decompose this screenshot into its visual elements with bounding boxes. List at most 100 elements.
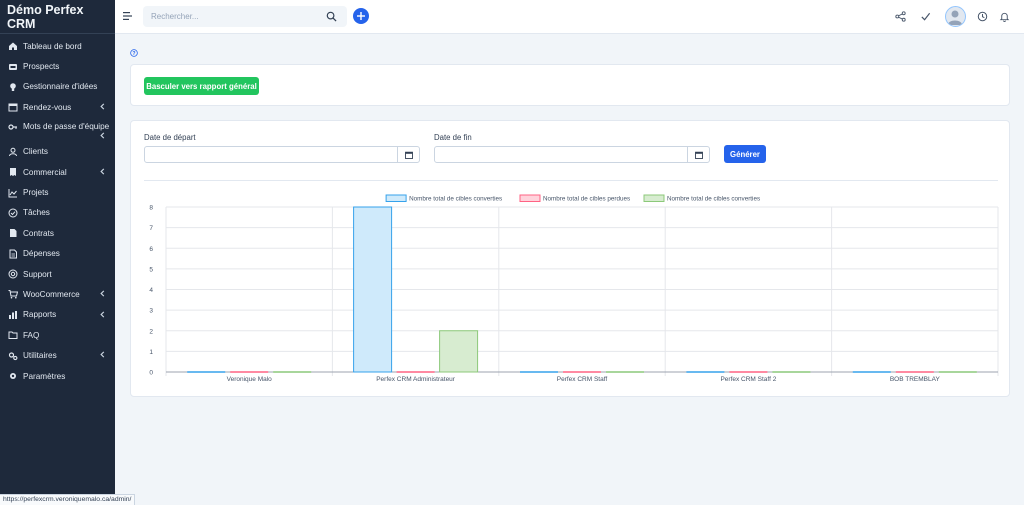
sidebar-menu: Tableau de bord Prospects Gestionnaire d'i… <box>0 34 115 386</box>
top-header <box>115 0 1024 34</box>
sidebar-item-label: Paramètres <box>23 371 66 381</box>
sidebar: Démo Perfex CRM Tableau de bord Prospects… <box>0 0 115 505</box>
sidebar-item-label: Dépenses <box>23 249 60 259</box>
sidebar-item-taches[interactable]: Tâches <box>0 203 115 223</box>
chevron-left-icon <box>99 131 106 141</box>
sidebar-item-parametres[interactable]: Paramètres <box>0 366 115 386</box>
x-tick-label: BOB TREMBLAY <box>890 376 941 383</box>
search-box <box>143 6 347 27</box>
check-icon[interactable] <box>920 11 931 22</box>
sidebar-item-label: Tâches <box>23 208 50 218</box>
chevron-left-icon <box>99 167 106 177</box>
clock-icon[interactable] <box>977 11 988 22</box>
sidebar-item-label: Commercial <box>23 167 67 177</box>
sidebar-item-support[interactable]: Support <box>0 264 115 284</box>
report-chart-card: Date de départ Date de fin Générer 01234… <box>130 120 1010 397</box>
file-contract-icon <box>7 228 18 239</box>
file-invoice-icon <box>7 248 18 259</box>
legend-label: Nombre total de cibles converties <box>409 196 502 203</box>
y-tick-label: 1 <box>149 349 153 356</box>
user-avatar-icon <box>948 10 962 25</box>
sidebar-item-label: Mots de passe d'équipe <box>23 121 110 131</box>
y-tick-label: 2 <box>149 328 153 335</box>
report-toggle-card: Basculer vers rapport général <box>130 64 1010 106</box>
x-tick-label: Perfex CRM Staff 2 <box>720 376 776 383</box>
life-ring-icon <box>7 269 18 280</box>
sidebar-item-gestionnaire-d-idees[interactable]: Gestionnaire d'idées <box>0 77 115 97</box>
chevron-left-icon <box>99 310 106 320</box>
x-tick-label: Veronique Malo <box>227 376 273 383</box>
legend-label: Nombre total de cibles perdues <box>543 196 630 203</box>
y-tick-label: 4 <box>149 287 153 294</box>
y-tick-label: 7 <box>149 225 153 232</box>
search-input[interactable] <box>143 6 347 27</box>
sidebar-item-label: Support <box>23 269 52 279</box>
sidebar-item-commercial[interactable]: Commercial <box>0 162 115 182</box>
chart-area-icon <box>7 187 18 198</box>
legend-swatch <box>643 194 665 202</box>
quick-create-button[interactable] <box>353 8 369 24</box>
legend-swatch <box>385 194 407 202</box>
cart-icon <box>7 289 18 300</box>
x-tick-label: Perfex CRM Staff <box>557 376 608 383</box>
sidebar-item-prospects[interactable]: Prospects <box>0 56 115 76</box>
bar <box>353 206 393 373</box>
sidebar-item-woocommerce[interactable]: WooCommerce <box>0 284 115 304</box>
user-avatar[interactable] <box>945 6 966 27</box>
sidebar-item-label: Rapports <box>23 310 57 320</box>
sidebar-item-label: Contrats <box>23 228 54 238</box>
cogs-icon <box>7 350 18 361</box>
sidebar-item-tableau-de-bord[interactable]: Tableau de bord <box>0 36 115 56</box>
tty-icon <box>7 61 18 72</box>
search-icon[interactable] <box>326 11 337 22</box>
toggle-general-report-button[interactable]: Basculer vers rapport général <box>144 77 259 95</box>
cog-icon <box>7 371 18 382</box>
sidebar-item-clients[interactable]: Clients <box>0 142 115 162</box>
y-tick-label: 5 <box>149 266 153 273</box>
share-icon[interactable] <box>895 11 906 22</box>
sidebar-item-label: Projets <box>23 188 49 198</box>
sidebar-item-label: Gestionnaire d'idées <box>23 82 98 92</box>
help-icon[interactable]: ? <box>130 49 138 57</box>
sidebar-item-faq[interactable]: FAQ <box>0 325 115 345</box>
sidebar-item-label: Utilitaires <box>23 351 57 361</box>
status-bar-url: https://perfexcrm.veroniquemalo.ca/admin… <box>0 494 136 505</box>
plus-icon <box>357 12 365 20</box>
bar <box>439 330 479 373</box>
brand-title[interactable]: Démo Perfex CRM <box>0 0 115 34</box>
y-tick-label: 8 <box>149 205 153 212</box>
sidebar-item-label: Clients <box>23 147 49 157</box>
sidebar-item-rendez-vous[interactable]: Rendez-vous <box>0 97 115 117</box>
sidebar-item-contrats[interactable]: Contrats <box>0 223 115 243</box>
sidebar-item-label: Prospects <box>23 62 60 72</box>
menu-toggle-icon[interactable] <box>123 11 133 21</box>
reports-icon <box>7 309 18 320</box>
check-circle-icon <box>7 207 18 218</box>
bell-icon[interactable] <box>999 11 1010 22</box>
x-tick-label: Perfex CRM Administrateur <box>376 376 456 383</box>
sidebar-item-depenses[interactable]: Dépenses <box>0 244 115 264</box>
sidebar-item-mots-de-passe-d-equipe[interactable]: Mots de passe d'équipe <box>0 118 115 142</box>
svg-text:?: ? <box>132 51 135 57</box>
sidebar-item-utilitaires[interactable]: Utilitaires <box>0 345 115 365</box>
y-tick-label: 6 <box>149 246 153 253</box>
y-tick-label: 3 <box>149 308 153 315</box>
y-tick-label: 0 <box>149 370 153 377</box>
sidebar-item-label: Tableau de bord <box>23 41 82 51</box>
chevron-left-icon <box>99 350 106 360</box>
legend-label: Nombre total de cibles converties <box>667 196 760 203</box>
key-icon <box>7 122 18 133</box>
chevron-left-icon <box>99 102 106 112</box>
user-icon <box>7 146 18 157</box>
receipt-icon <box>7 167 18 178</box>
chevron-left-icon <box>99 289 106 299</box>
legend-swatch <box>519 194 541 202</box>
sidebar-item-projets[interactable]: Projets <box>0 182 115 202</box>
sidebar-item-rapports[interactable]: Rapports <box>0 305 115 325</box>
leads-bar-chart: 0 1 2 3 4 5 6 7 8 Veronique Malo Perfex CRM Admini… <box>149 194 999 383</box>
calendar-icon <box>7 102 18 113</box>
lightbulb-icon <box>7 81 18 92</box>
sidebar-item-label: Rendez-vous <box>23 102 72 112</box>
sidebar-item-label: WooCommerce <box>23 289 80 299</box>
sidebar-item-label: FAQ <box>23 330 40 340</box>
